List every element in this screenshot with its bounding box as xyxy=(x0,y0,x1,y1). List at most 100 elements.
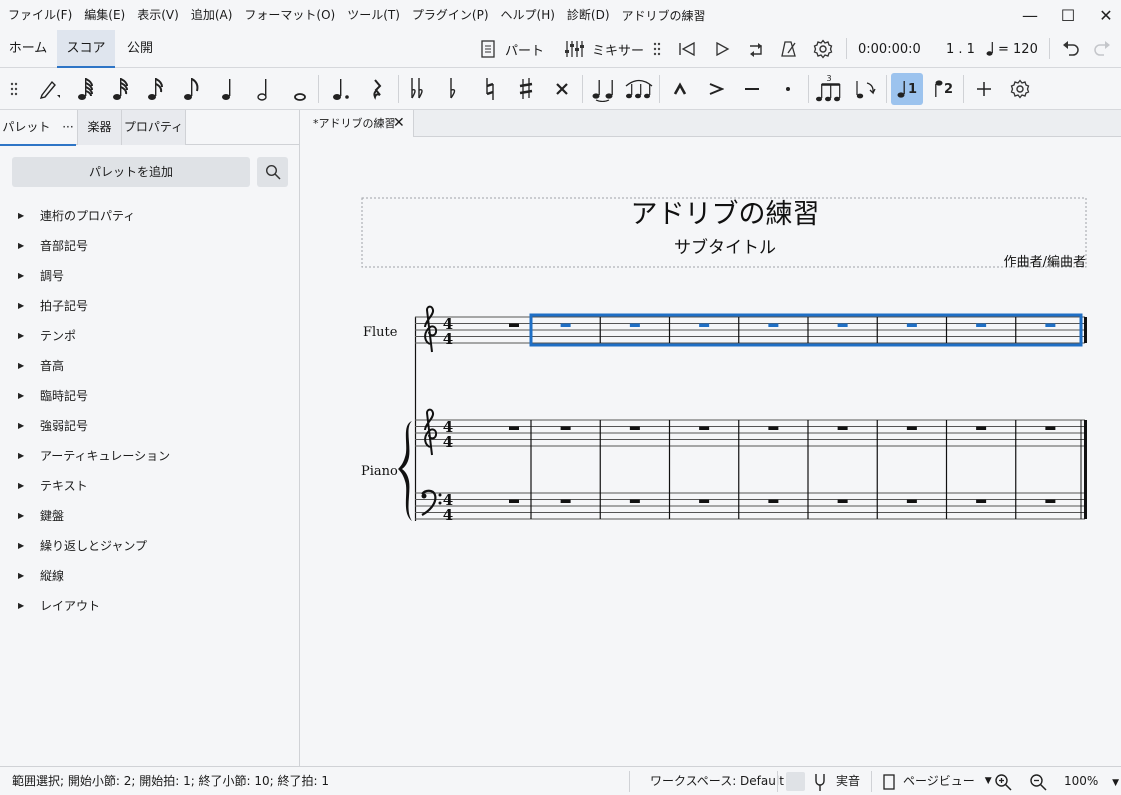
tempo-display[interactable]: = 120 xyxy=(986,30,1038,68)
final-barline-thick[interactable] xyxy=(1084,317,1087,343)
voice-2-button[interactable]: 2 xyxy=(927,73,959,105)
whole-rest[interactable] xyxy=(837,426,848,431)
whole-rest[interactable] xyxy=(699,499,710,504)
staccato-button[interactable] xyxy=(772,73,804,105)
minimize-button[interactable]: — xyxy=(1011,0,1049,30)
piano-treble-staff[interactable] xyxy=(415,419,1085,447)
duration-eighth-button[interactable] xyxy=(176,73,208,105)
flat-button[interactable] xyxy=(438,73,470,105)
whole-rest[interactable] xyxy=(629,323,640,328)
menu-plugins[interactable]: プラグイン(P) xyxy=(406,0,495,30)
note-input-button[interactable] xyxy=(33,73,65,105)
instrument-name-flute[interactable]: Flute xyxy=(363,325,398,340)
whole-rest[interactable] xyxy=(837,323,848,328)
duration-64th-button[interactable] xyxy=(70,73,102,105)
undo-button[interactable] xyxy=(1061,30,1081,68)
duration-half-button[interactable] xyxy=(248,73,280,105)
play-button[interactable] xyxy=(714,30,730,68)
flip-direction-button[interactable] xyxy=(850,73,882,105)
whole-rest[interactable] xyxy=(906,323,917,328)
score-title[interactable]: アドリブの練習 xyxy=(631,199,820,230)
palette-text[interactable]: ▶ テキスト xyxy=(0,470,300,500)
palette-accidentals[interactable]: ▶ 臨時記号 xyxy=(0,380,300,410)
whole-rest[interactable] xyxy=(699,323,710,328)
whole-rest[interactable] xyxy=(768,323,779,328)
playback-settings-button[interactable] xyxy=(813,30,833,68)
palette-search-button[interactable] xyxy=(257,157,288,187)
tie-button[interactable] xyxy=(587,73,619,105)
score-page[interactable]: アドリブの練習 サブタイトル 作曲者/編曲者 Flute Piano 4 4 4… xyxy=(301,137,1121,766)
whole-rest[interactable] xyxy=(976,323,987,328)
instrument-name-piano[interactable]: Piano xyxy=(361,464,398,479)
piano-bass-time-denominator[interactable]: 4 xyxy=(443,506,453,524)
add-palette-button[interactable]: パレットを追加 xyxy=(12,157,250,187)
palette-clefs[interactable]: ▶ 音部記号 xyxy=(0,230,300,260)
concert-pitch-toggle[interactable]: 実音 xyxy=(814,767,860,795)
workspace-selector[interactable]: ワークスペース: Default xyxy=(650,767,784,795)
menu-file[interactable]: ファイル(F) xyxy=(2,0,78,30)
palette-dynamics[interactable]: ▶ 強弱記号 xyxy=(0,410,300,440)
double-flat-button[interactable] xyxy=(402,73,434,105)
score-tab[interactable]: *アドリブの練習 ✕ xyxy=(301,110,414,137)
palette-key-signatures[interactable]: ▶ 調号 xyxy=(0,260,300,290)
slur-button[interactable] xyxy=(623,73,655,105)
close-button[interactable]: ✕ xyxy=(1087,0,1121,30)
whole-rest[interactable] xyxy=(560,323,571,328)
whole-rest[interactable] xyxy=(837,499,848,504)
palette-beam-properties[interactable]: ▶ 連桁のプロパティ xyxy=(0,200,300,230)
zoom-level[interactable]: 100% ▼ xyxy=(1064,767,1119,795)
marcato-button[interactable] xyxy=(664,73,696,105)
score-composer[interactable]: 作曲者/編曲者 xyxy=(1004,254,1086,270)
final-barline-thick[interactable] xyxy=(1084,420,1087,519)
sharp-button[interactable] xyxy=(510,73,542,105)
whole-rest[interactable] xyxy=(1045,499,1056,504)
duration-quarter-button[interactable] xyxy=(212,73,244,105)
palette-keyboard[interactable]: ▶ 鍵盤 xyxy=(0,500,300,530)
score-subtitle[interactable]: サブタイトル xyxy=(674,237,776,258)
view-mode-selector[interactable]: ページビュー ▼ xyxy=(883,767,992,795)
piano-treble-clef[interactable] xyxy=(424,408,438,456)
metronome-button[interactable] xyxy=(780,30,798,68)
loop-button[interactable] xyxy=(746,30,766,68)
whole-rest[interactable] xyxy=(509,499,519,504)
piano-brace[interactable] xyxy=(398,421,412,521)
parts-button[interactable]: パート xyxy=(481,30,544,68)
accent-button[interactable] xyxy=(700,73,732,105)
whole-rest[interactable] xyxy=(906,499,917,504)
palette-layout[interactable]: ▶ レイアウト xyxy=(0,590,300,620)
tab-palettes[interactable]: パレット ··· xyxy=(0,110,76,146)
augmentation-dot-button[interactable] xyxy=(325,73,357,105)
tab-publish[interactable]: 公開 xyxy=(115,30,165,68)
score-canvas[interactable]: アドリブの練習 サブタイトル 作曲者/編曲者 Flute Piano 4 4 4… xyxy=(301,137,1121,766)
palette-time-signatures[interactable]: ▶ 拍子記号 xyxy=(0,290,300,320)
mixer-button[interactable]: ミキサー xyxy=(564,30,644,68)
menu-view[interactable]: 表示(V) xyxy=(131,0,185,30)
voice-1-button[interactable]: 1 xyxy=(891,73,923,105)
duration-32nd-button[interactable] xyxy=(105,73,137,105)
piano-bass-staff[interactable] xyxy=(415,492,1085,520)
tuplet-button[interactable]: 3 xyxy=(813,73,845,105)
tab-properties[interactable]: プロパティ xyxy=(122,110,186,145)
whole-rest[interactable] xyxy=(699,426,710,431)
flute-time-denominator[interactable]: 4 xyxy=(443,330,453,348)
palette-repeats-jumps[interactable]: ▶ 繰り返しとジャンプ xyxy=(0,530,300,560)
palette-tempo[interactable]: ▶ テンポ xyxy=(0,320,300,350)
maximize-button[interactable]: ☐ xyxy=(1049,0,1087,30)
whole-rest[interactable] xyxy=(976,426,987,431)
whole-rest[interactable] xyxy=(629,426,640,431)
whole-rest[interactable] xyxy=(1045,426,1056,431)
zoom-in-button[interactable] xyxy=(994,767,1012,795)
zoom-out-button[interactable] xyxy=(1029,767,1047,795)
tenuto-button[interactable] xyxy=(736,73,768,105)
piano-bass-clef[interactable] xyxy=(421,489,442,516)
tab-score[interactable]: スコア xyxy=(57,30,115,68)
palette-barlines[interactable]: ▶ 縦線 xyxy=(0,560,300,590)
whole-rest[interactable] xyxy=(629,499,640,504)
menu-tools[interactable]: ツール(T) xyxy=(341,0,406,30)
toolbar-drag-handle[interactable] xyxy=(653,30,661,68)
whole-rest[interactable] xyxy=(560,499,571,504)
menu-help[interactable]: ヘルプ(H) xyxy=(495,0,561,30)
whole-rest[interactable] xyxy=(976,499,987,504)
note-toolbar-settings-button[interactable] xyxy=(1004,73,1036,105)
duration-whole-button[interactable] xyxy=(284,73,316,105)
